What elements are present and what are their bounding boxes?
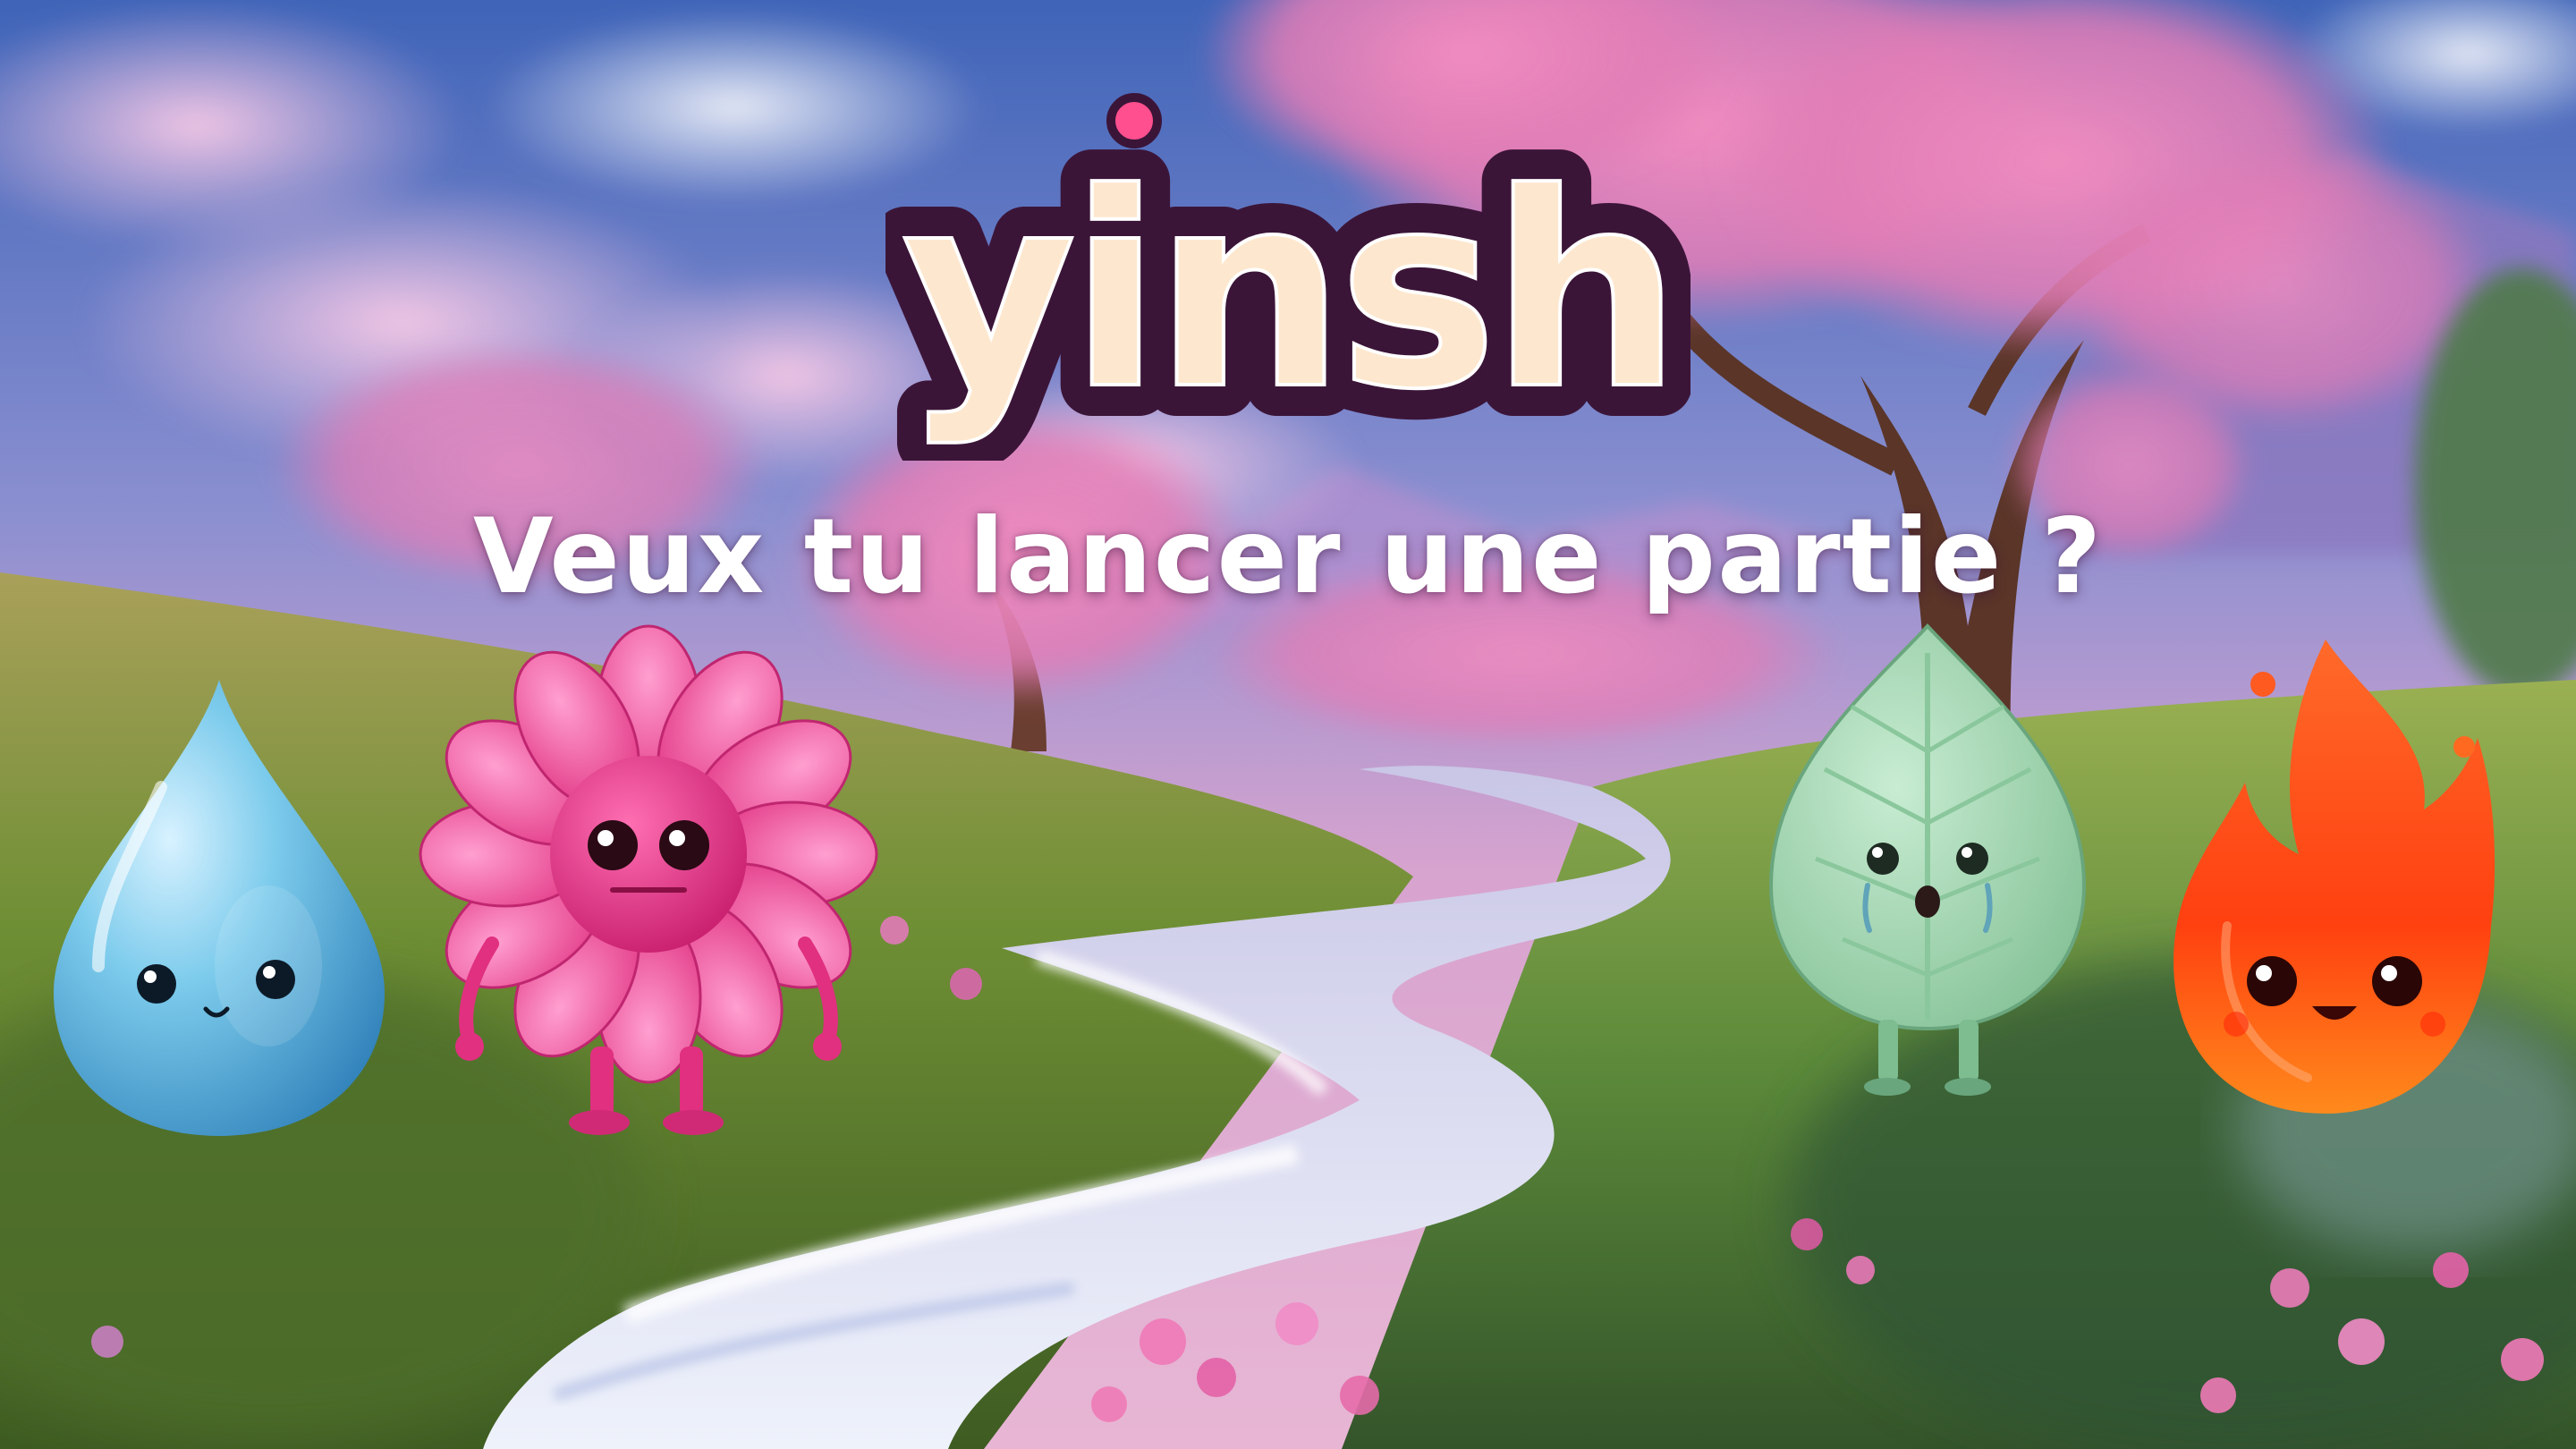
flower-character[interactable] bbox=[407, 624, 890, 1149]
leaf-character[interactable] bbox=[1753, 617, 2102, 1100]
game-start-screen: yinsh yinsh Veux tu lancer une partie ? bbox=[0, 0, 2576, 1449]
logo-text: yinsh bbox=[902, 136, 1674, 448]
game-logo: yinsh yinsh bbox=[886, 93, 1690, 461]
water-drop-character[interactable] bbox=[36, 671, 402, 1154]
fire-character[interactable] bbox=[2156, 631, 2504, 1131]
logo-dot bbox=[1106, 93, 1162, 148]
